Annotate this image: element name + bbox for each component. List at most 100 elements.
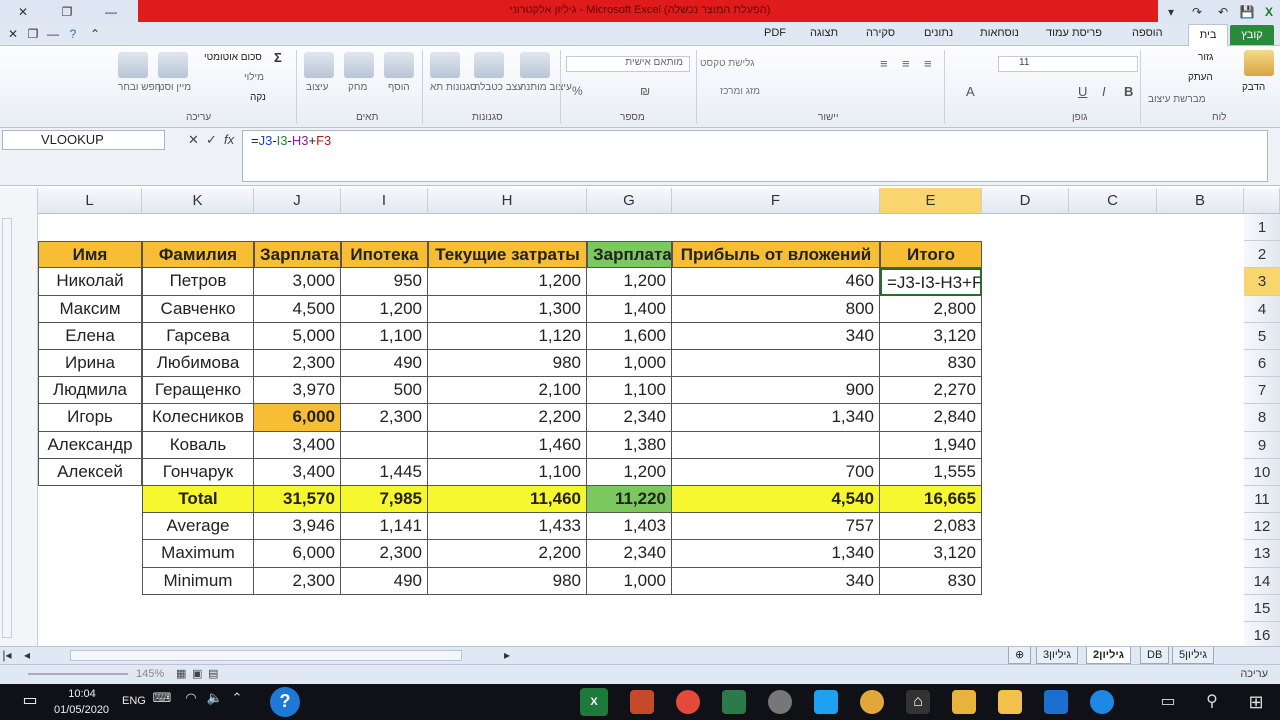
align-left-icon[interactable]: ≡	[924, 56, 932, 71]
header-cell[interactable]: Прибыль от вложений	[672, 241, 880, 269]
wifi-icon[interactable]: ◠	[182, 690, 200, 714]
name-cell[interactable]: Александр	[38, 431, 142, 459]
align-center-icon[interactable]: ≡	[902, 56, 910, 71]
value-cell[interactable]: 3,400	[254, 431, 341, 459]
value-cell[interactable]: 4,500	[254, 295, 341, 323]
summary-value[interactable]: 340	[672, 567, 880, 595]
name-cell[interactable]: Людмила	[38, 377, 142, 405]
task-view-icon[interactable]: ▭	[1156, 690, 1180, 714]
summary-value[interactable]: 2,340	[587, 540, 672, 568]
value-cell[interactable]: 1,200	[341, 295, 428, 323]
value-cell[interactable]: 2,270	[880, 377, 982, 405]
zoom-level[interactable]: 145%	[136, 668, 164, 680]
value-cell[interactable]: 830	[880, 350, 982, 378]
summary-value[interactable]: 3,120	[880, 540, 982, 568]
column-header-g[interactable]: G	[587, 188, 672, 214]
summary-value[interactable]: 757	[672, 513, 880, 541]
insert-sheet-icon[interactable]: ⊕	[1008, 647, 1032, 664]
header-cell[interactable]: Зарплата	[587, 241, 672, 269]
normal-view-icon[interactable]: ▦	[176, 667, 186, 680]
clock-date[interactable]: 01/05/2020	[54, 704, 109, 716]
row-header-1[interactable]: 1	[1244, 214, 1280, 242]
column-header-l[interactable]: L	[38, 188, 142, 214]
value-cell[interactable]: 5,000	[254, 322, 341, 350]
summary-value[interactable]: 11,460	[428, 486, 587, 514]
value-cell[interactable]: 1,200	[428, 268, 587, 296]
value-cell[interactable]: 1,100	[587, 377, 672, 405]
tab-formulas[interactable]: נוסחאות	[980, 27, 1019, 39]
cell-delete-icon[interactable]	[344, 52, 374, 78]
font-size-select[interactable]: 11	[998, 56, 1138, 72]
value-cell[interactable]: 2,340	[587, 404, 672, 432]
autosum-button[interactable]: סכום אוטומטי	[204, 52, 262, 63]
underline-icon[interactable]: U	[1078, 84, 1087, 99]
tab-home[interactable]: בית	[1188, 24, 1228, 47]
row-header-4[interactable]: 4	[1244, 295, 1280, 323]
row-header-5[interactable]: 5	[1244, 322, 1280, 350]
workbook-minimize-icon[interactable]: —	[42, 24, 64, 44]
name-cell[interactable]: Максим	[38, 295, 142, 323]
value-cell[interactable]: 1,000	[587, 350, 672, 378]
value-cell[interactable]: 1,100	[428, 458, 587, 486]
file-explorer-icon[interactable]	[998, 690, 1022, 714]
media-taskbar-icon[interactable]	[952, 690, 976, 714]
summary-value[interactable]: 490	[341, 567, 428, 595]
column-header-c[interactable]: C	[1069, 188, 1157, 214]
value-cell[interactable]: 2,300	[341, 404, 428, 432]
value-cell[interactable]: 3,120	[880, 322, 982, 350]
summary-value[interactable]: 7,985	[341, 486, 428, 514]
value-cell[interactable]: 1,100	[341, 322, 428, 350]
show-hidden-icons[interactable]: ⌃	[228, 690, 246, 714]
volume-icon[interactable]: 🔈	[206, 690, 224, 714]
formula-input[interactable]: =J3-I3-H3+F3	[242, 130, 1268, 182]
chrome-taskbar-icon[interactable]	[676, 690, 700, 714]
name-cell[interactable]: Геращенко	[142, 377, 254, 405]
number-format-select[interactable]: מותאם אישית	[566, 56, 690, 72]
app-taskbar-icon[interactable]	[630, 690, 654, 714]
name-cell[interactable]: Коваль	[142, 431, 254, 459]
row-header-9[interactable]: 9	[1244, 431, 1280, 459]
summary-value[interactable]: 830	[880, 567, 982, 595]
sheet-tab-db[interactable]: DB	[1140, 647, 1170, 664]
column-header-e[interactable]: E	[880, 188, 982, 214]
page-break-view-icon[interactable]: ▤	[208, 667, 218, 680]
app3-taskbar-icon[interactable]	[768, 690, 792, 714]
sort-filter-icon[interactable]	[158, 52, 188, 78]
merge-center-button[interactable]: מזג ומרכז	[720, 86, 760, 97]
value-cell[interactable]: 1,340	[672, 404, 880, 432]
summary-value[interactable]: 1,403	[587, 513, 672, 541]
paste-icon[interactable]	[1244, 50, 1274, 76]
value-cell[interactable]: 6,000	[254, 404, 341, 432]
name-cell[interactable]: Колесников	[142, 404, 254, 432]
tab-page-layout[interactable]: פריסת עמוד	[1046, 27, 1102, 39]
row-header-10[interactable]: 10	[1244, 458, 1280, 486]
cancel-icon[interactable]: ✕	[188, 132, 199, 148]
name-cell[interactable]: Елена	[38, 322, 142, 350]
name-cell[interactable]: Алексей	[38, 458, 142, 486]
name-cell[interactable]: Гончарук	[142, 458, 254, 486]
zoom-slider[interactable]	[28, 673, 128, 675]
scroll-first-sheet-icon[interactable]: |◂	[0, 645, 14, 665]
value-cell[interactable]	[341, 431, 428, 459]
summary-value[interactable]: 1,000	[587, 567, 672, 595]
font-color-icon[interactable]: A	[966, 84, 975, 99]
edge-taskbar-icon[interactable]	[1044, 690, 1068, 714]
summary-value[interactable]: 2,300	[341, 540, 428, 568]
summary-value[interactable]: 2,200	[428, 540, 587, 568]
row-header-12[interactable]: 12	[1244, 513, 1280, 541]
select-all-corner[interactable]	[1244, 188, 1280, 214]
header-cell[interactable]: Имя	[38, 241, 142, 269]
summary-label[interactable]: Average	[142, 513, 254, 541]
save-icon[interactable]: 💾	[1236, 2, 1258, 22]
tab-view[interactable]: תצוגה	[810, 27, 838, 39]
ie-taskbar-icon[interactable]	[1090, 690, 1114, 714]
column-header-j[interactable]: J	[254, 188, 341, 214]
keyboard-icon[interactable]: ⌨	[152, 690, 172, 714]
header-cell[interactable]: Зарплата	[254, 241, 341, 269]
summary-value[interactable]: 1,433	[428, 513, 587, 541]
conditional-format-icon[interactable]	[520, 52, 550, 78]
workbook-close-icon[interactable]: ✕	[2, 24, 24, 44]
header-cell[interactable]: Ипотека	[341, 241, 428, 269]
value-cell[interactable]: 800	[672, 295, 880, 323]
chrome2-taskbar-icon[interactable]	[860, 690, 884, 714]
